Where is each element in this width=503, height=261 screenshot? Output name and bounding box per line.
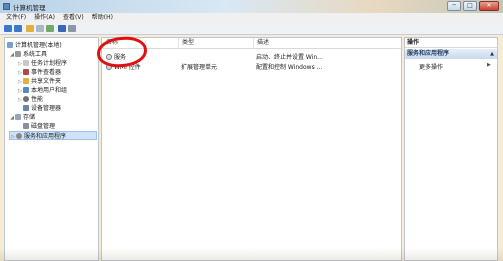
column-header-description[interactable]: 描述: [253, 38, 347, 48]
tree-item-storage[interactable]: ◢ 存储: [9, 113, 35, 122]
properties-icon[interactable]: [68, 25, 76, 32]
services-icon: [106, 54, 112, 60]
forward-icon[interactable]: [14, 25, 22, 32]
tree-item-device-manager[interactable]: 设备管理器: [23, 104, 61, 113]
menu-file[interactable]: 文件(F): [6, 13, 26, 23]
more-actions-link[interactable]: 更多操作: [419, 62, 443, 71]
tree-item-services-apps[interactable]: ▷ 服务和应用程序: [9, 131, 97, 140]
menu-view[interactable]: 查看(V): [63, 13, 84, 23]
computer-icon: [7, 42, 13, 48]
performance-icon: [23, 96, 29, 102]
tree-item-local-users[interactable]: ▷ 本地用户和组: [17, 86, 67, 95]
tree-item-root[interactable]: 计算机管理(本地): [7, 41, 62, 50]
toolbar: [0, 23, 503, 35]
tree-item-task-scheduler[interactable]: ▷ 任务计划程序: [17, 59, 67, 68]
tree-item-shared-folders[interactable]: ▷ 共享文件夹: [17, 77, 61, 86]
menu-bar: 文件(F) 操作(A) 查看(V) 帮助(H): [0, 13, 503, 23]
list-cell-description: 配置和控制 Windows ...: [256, 64, 323, 71]
collapse-caret-icon[interactable]: ▲: [490, 49, 494, 59]
tools-icon: [15, 51, 21, 57]
computer-management-icon: [3, 3, 10, 10]
help-icon[interactable]: [58, 25, 66, 32]
up-folder-icon[interactable]: [26, 25, 34, 32]
tree-item-event-viewer[interactable]: ▷ 事件查看器: [17, 68, 61, 77]
menu-action[interactable]: 操作(A): [34, 13, 55, 23]
console-tree: 计算机管理(本地) ◢ 系统工具 ▷ 任务计划程序 ▷ 事件查看器 ▷ 共享文件夹 ▷ 本…: [4, 37, 99, 261]
computer-management-window: 计算机管理 ─ □ ✕ 文件(F) 操作(A) 查看(V) 帮助(H) 计算机管…: [0, 0, 503, 261]
services-apps-icon: [16, 133, 22, 139]
minimize-button[interactable]: ─: [447, 1, 461, 11]
tree-item-performance[interactable]: ▷ 性能: [17, 95, 43, 104]
wmi-icon: [106, 64, 112, 70]
device-manager-icon: [23, 105, 29, 111]
result-list: 名称 类型 描述 服务 启动、终止并设置 Win... WMI 控件 扩展管理单…: [101, 37, 402, 261]
list-row-wmi[interactable]: WMI 控件 扩展管理单元 配置和控制 Windows ...: [102, 63, 401, 72]
title-bar: 计算机管理 ─ □ ✕: [0, 0, 503, 13]
list-cell-name: WMI 控件: [106, 63, 176, 72]
clock-icon: [23, 60, 29, 66]
window-title: 计算机管理: [13, 4, 46, 12]
actions-title: 操作: [405, 38, 497, 48]
list-header: 名称 类型 描述: [102, 38, 401, 49]
disk-icon: [23, 123, 29, 129]
export-list-icon[interactable]: [46, 25, 54, 32]
tree-item-system-tools[interactable]: ◢ 系统工具: [9, 50, 47, 59]
event-viewer-icon: [23, 69, 29, 75]
storage-icon: [15, 114, 21, 120]
tree-item-disk-management[interactable]: 磁盘管理: [23, 122, 55, 131]
close-button[interactable]: ✕: [479, 1, 499, 11]
list-cell-name: 服务: [106, 53, 176, 62]
menu-help[interactable]: 帮助(H): [92, 13, 113, 23]
list-row-services[interactable]: 服务 启动、终止并设置 Win...: [102, 53, 401, 62]
users-icon: [23, 87, 29, 93]
actions-pane: 操作 服务和应用程序 ▲ 更多操作 ▶: [404, 37, 498, 261]
shared-folder-icon: [23, 78, 29, 84]
show-hide-tree-icon[interactable]: [36, 25, 44, 32]
back-icon[interactable]: [4, 25, 12, 32]
maximize-button[interactable]: □: [463, 1, 477, 11]
list-cell-description: 启动、终止并设置 Win...: [256, 54, 323, 61]
submenu-arrow-icon: ▶: [487, 62, 491, 68]
list-cell-type: 扩展管理单元: [181, 64, 218, 71]
column-header-name[interactable]: 名称: [106, 38, 176, 48]
column-header-type[interactable]: 类型: [178, 38, 252, 48]
actions-section-header[interactable]: 服务和应用程序 ▲: [405, 49, 497, 59]
